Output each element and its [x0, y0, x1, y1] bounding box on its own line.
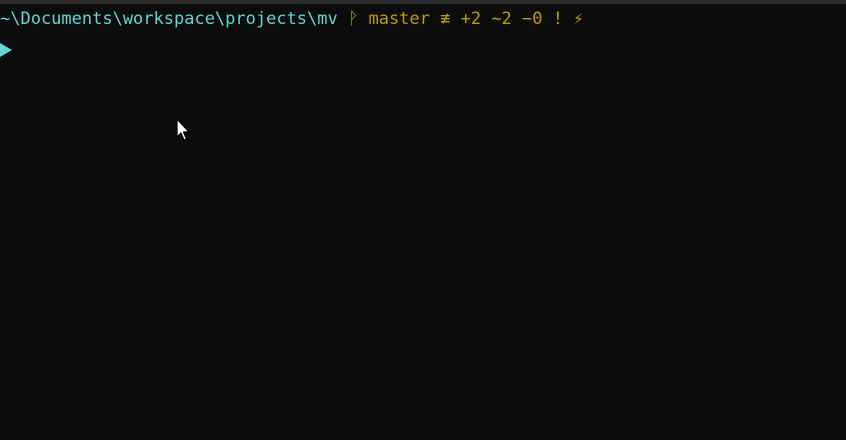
prompt-line: ~\Documents\workspace\projects\mv ᚹ mast… — [0, 9, 583, 29]
command-input[interactable] — [18, 41, 818, 61]
git-branch-icon: ᚹ — [348, 9, 359, 29]
mouse-pointer-icon — [176, 118, 190, 141]
terminal-window[interactable]: ~\Documents\workspace\projects\mv ᚹ mast… — [0, 0, 846, 440]
git-status: ≢ +2 ~2 −0 ! — [440, 9, 563, 29]
lightning-icon: ⚡ — [573, 9, 584, 29]
current-path: ~\Documents\workspace\projects\mv — [0, 9, 338, 29]
git-branch-name: master — [368, 9, 430, 29]
prompt-arrow-icon — [0, 43, 12, 57]
top-border — [0, 0, 846, 4]
